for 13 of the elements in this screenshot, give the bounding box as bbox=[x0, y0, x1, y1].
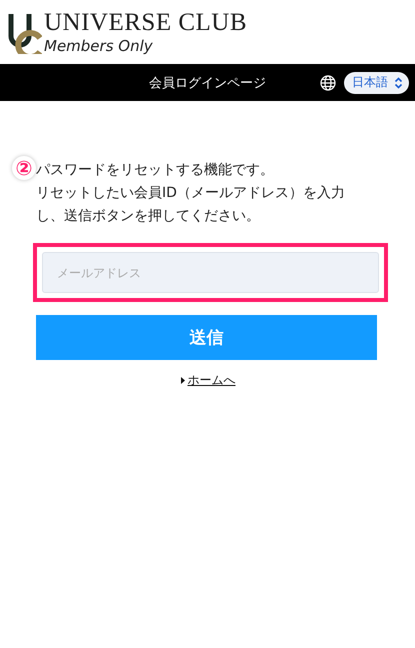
submit-button[interactable]: 送信 bbox=[36, 315, 377, 360]
triangle-icon bbox=[180, 377, 184, 384]
instructions-text: パスワードをリセットする機能です。 bbox=[36, 161, 275, 180]
instructions-text: リセットしたい会員ID（メールアドレス）を入力し、送信ボタンを押してください。 bbox=[36, 184, 346, 226]
page-title: 会員ログインページ bbox=[149, 74, 266, 92]
globe-icon[interactable] bbox=[320, 74, 336, 90]
chevron-icon bbox=[394, 76, 403, 88]
email-field[interactable]: メールアドレス bbox=[42, 252, 379, 293]
home-link[interactable]: ホームへ bbox=[188, 372, 236, 389]
logo-title: UNIVERSE CLUB bbox=[44, 9, 248, 37]
language-select[interactable]: 日本語 bbox=[344, 72, 409, 94]
step-marker: ② bbox=[12, 156, 36, 180]
logo-subtitle: Members Only bbox=[44, 37, 154, 55]
